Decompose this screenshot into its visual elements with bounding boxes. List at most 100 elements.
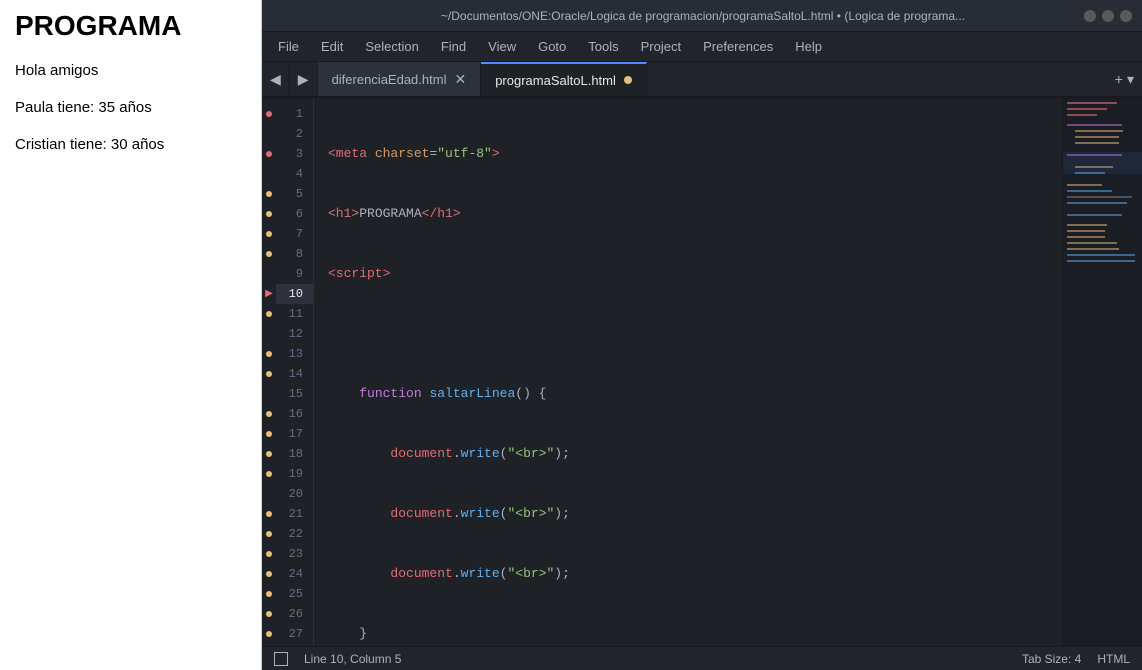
menu-tools[interactable]: Tools — [578, 35, 628, 58]
window-btn-1[interactable] — [1084, 10, 1096, 22]
status-language[interactable]: HTML — [1097, 652, 1130, 666]
gutter-12 — [262, 324, 276, 344]
status-square-icon — [274, 652, 288, 666]
gutter-6 — [262, 204, 276, 224]
line-num-13: 13 — [276, 344, 313, 364]
code-line-9: } — [328, 624, 1062, 644]
editor-panel: ~/Documentos/ONE:Oracle/Logica de progra… — [262, 0, 1142, 670]
gutter-19 — [262, 464, 276, 484]
gutter-13 — [262, 344, 276, 364]
code-content[interactable]: <meta charset="utf-8"> <h1>PROGRAMA</h1>… — [314, 98, 1062, 646]
code-line-4 — [328, 324, 1062, 344]
gutter-26 — [262, 604, 276, 624]
menu-bar: File Edit Selection Find View Goto Tools… — [262, 32, 1142, 62]
minimap — [1062, 98, 1142, 646]
code-line-1: <meta charset="utf-8"> — [328, 144, 1062, 164]
window-buttons — [1084, 10, 1132, 22]
tab-nav-back[interactable]: ◀ — [262, 62, 290, 96]
line-num-28: 28 — [276, 644, 313, 646]
gutter-7 — [262, 224, 276, 244]
gutter-2 — [262, 124, 276, 144]
line-num-4: 4 — [276, 164, 313, 184]
browser-output-panel: PROGRAMA Hola amigos Paula tiene: 35 año… — [0, 0, 262, 670]
tab-programa[interactable]: programaSaltoL.html — [481, 62, 647, 96]
window-btn-2[interactable] — [1102, 10, 1114, 22]
tab-diferencia-close[interactable]: ✕ — [454, 72, 466, 86]
gutter-27 — [262, 624, 276, 644]
line-num-6: 6 — [276, 204, 313, 224]
status-file-icon — [274, 652, 288, 666]
title-bar-text: ~/Documentos/ONE:Oracle/Logica de progra… — [322, 9, 1084, 23]
tab-add-icon: + — [1115, 71, 1123, 87]
gutter-14 — [262, 364, 276, 384]
line-num-15: 15 — [276, 384, 313, 404]
gutter-17 — [262, 424, 276, 444]
line-num-12: 12 — [276, 324, 313, 344]
gutter-8 — [262, 244, 276, 264]
gutter-25 — [262, 584, 276, 604]
status-right: Tab Size: 4 HTML — [1022, 652, 1130, 666]
line-num-10: 10 — [276, 284, 313, 304]
menu-goto[interactable]: Goto — [528, 35, 576, 58]
tab-diferencia[interactable]: diferenciaEdad.html ✕ — [318, 62, 482, 96]
status-bar: Line 10, Column 5 Tab Size: 4 HTML — [262, 646, 1142, 670]
tab-add-button[interactable]: + ▾ — [1107, 62, 1142, 96]
output-line-2: Paula tiene: 35 años — [15, 99, 246, 116]
gutter-9 — [262, 264, 276, 284]
code-line-5: function saltarLinea() { — [328, 384, 1062, 404]
gutter-5 — [262, 184, 276, 204]
line-num-16: 16 — [276, 404, 313, 424]
menu-help[interactable]: Help — [785, 35, 832, 58]
gutter-24 — [262, 564, 276, 584]
status-line-col[interactable]: Line 10, Column 5 — [304, 652, 401, 666]
menu-file[interactable]: File — [268, 35, 309, 58]
gutter-15 — [262, 384, 276, 404]
minimap-svg — [1063, 98, 1142, 628]
menu-find[interactable]: Find — [431, 35, 476, 58]
line-num-25: 25 — [276, 584, 313, 604]
code-line-6: document.write("<br>"); — [328, 444, 1062, 464]
menu-selection[interactable]: Selection — [355, 35, 428, 58]
code-line-2: <h1>PROGRAMA</h1> — [328, 204, 1062, 224]
line-num-3: 3 — [276, 144, 313, 164]
menu-project[interactable]: Project — [631, 35, 691, 58]
gutter-21 — [262, 504, 276, 524]
gutter: ▶ — [262, 98, 276, 646]
gutter-23 — [262, 544, 276, 564]
menu-edit[interactable]: Edit — [311, 35, 353, 58]
code-area: ▶ — [262, 98, 1142, 646]
line-num-18: 18 — [276, 444, 313, 464]
title-bar: ~/Documentos/ONE:Oracle/Logica de progra… — [262, 0, 1142, 32]
line-num-22: 22 — [276, 524, 313, 544]
tab-chevron-icon: ▾ — [1127, 71, 1134, 88]
line-num-21: 21 — [276, 504, 313, 524]
tab-programa-label: programaSaltoL.html — [495, 73, 616, 88]
line-numbers: 1 2 3 4 5 6 7 8 9 10 11 12 13 14 15 16 1… — [276, 98, 314, 646]
output-line-1: Hola amigos — [15, 62, 246, 79]
gutter-11 — [262, 304, 276, 324]
tab-nav-forward[interactable]: ▶ — [290, 62, 318, 96]
line-num-17: 17 — [276, 424, 313, 444]
line-num-24: 24 — [276, 564, 313, 584]
output-title: PROGRAMA — [15, 10, 246, 42]
tab-diferencia-label: diferenciaEdad.html — [332, 72, 447, 87]
menu-view[interactable]: View — [478, 35, 526, 58]
line-num-1: 1 — [276, 104, 313, 124]
line-num-27: 27 — [276, 624, 313, 644]
gutter-18 — [262, 444, 276, 464]
gutter-22 — [262, 524, 276, 544]
line-num-14: 14 — [276, 364, 313, 384]
line-num-2: 2 — [276, 124, 313, 144]
line-num-9: 9 — [276, 264, 313, 284]
line-num-20: 20 — [276, 484, 313, 504]
gutter-4 — [262, 164, 276, 184]
line-num-11: 11 — [276, 304, 313, 324]
window-btn-3[interactable] — [1120, 10, 1132, 22]
status-tab-size[interactable]: Tab Size: 4 — [1022, 652, 1081, 666]
line-num-5: 5 — [276, 184, 313, 204]
gutter-20 — [262, 484, 276, 504]
menu-preferences[interactable]: Preferences — [693, 35, 783, 58]
editor-main[interactable]: ▶ — [262, 98, 1062, 646]
code-line-8: document.write("<br>"); — [328, 564, 1062, 584]
line-num-7: 7 — [276, 224, 313, 244]
